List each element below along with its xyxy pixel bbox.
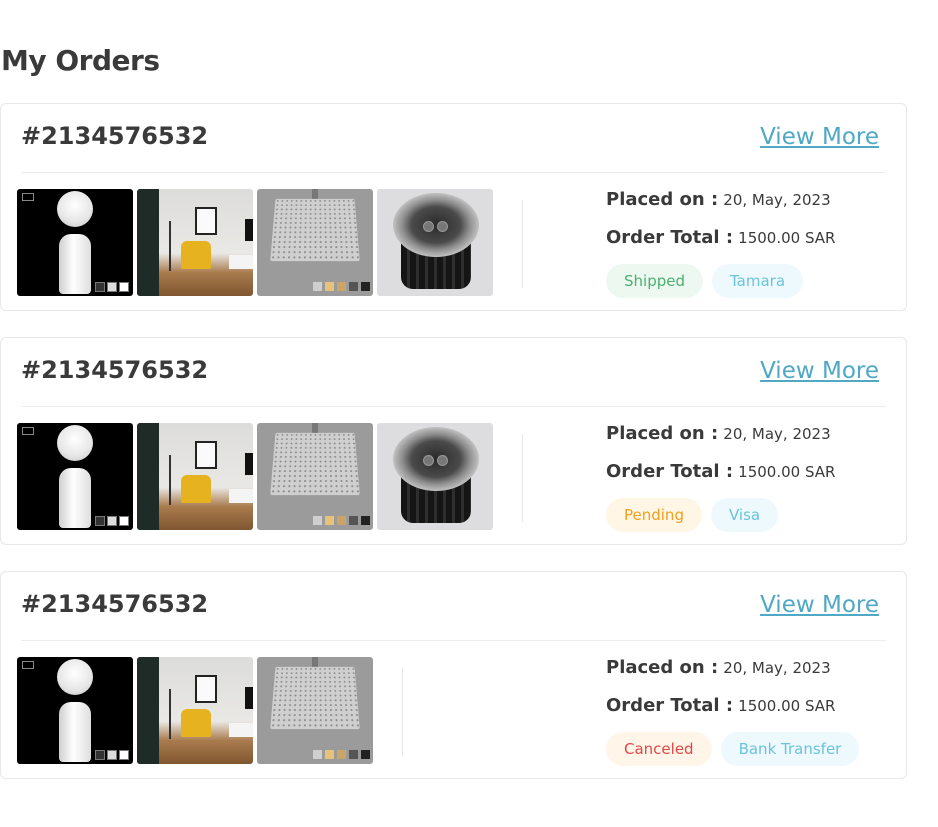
page-title: My Orders xyxy=(1,44,160,77)
card-divider xyxy=(21,172,886,173)
view-more-link[interactable]: View More xyxy=(760,358,879,384)
product-thumbnail[interactable] xyxy=(257,189,373,296)
order-card: #2134576532 View More Placed on : 20, May,… xyxy=(0,103,907,311)
order-total-row: Order Total : 1500.00 SAR xyxy=(606,692,859,730)
view-more-link[interactable]: View More xyxy=(760,592,879,618)
order-info: Placed on : 20, May, 2023 Order Total : 1… xyxy=(606,654,860,766)
order-total-label: Order Total : xyxy=(606,695,734,716)
order-card: #2134576532 View More Placed on : 20, May,… xyxy=(0,571,907,779)
order-id: #2134576532 xyxy=(21,122,209,150)
product-thumbnails xyxy=(17,189,493,296)
placed-on-row: Placed on : 20, May, 2023 xyxy=(606,420,835,458)
product-thumbnail[interactable] xyxy=(137,189,253,296)
order-total-label: Order Total : xyxy=(606,461,734,482)
order-badges: Pending Visa xyxy=(606,498,835,532)
status-badge: Shipped xyxy=(606,264,703,298)
status-badge: Canceled xyxy=(606,732,712,766)
placed-on-row: Placed on : 20, May, 2023 xyxy=(606,654,859,692)
placed-on-date: 20, May, 2023 xyxy=(723,425,831,443)
vertical-divider xyxy=(522,434,523,522)
vertical-divider xyxy=(402,668,403,756)
view-more-link[interactable]: View More xyxy=(760,124,879,150)
order-info: Placed on : 20, May, 2023 Order Total : 1… xyxy=(606,186,835,298)
placed-on-date: 20, May, 2023 xyxy=(723,191,831,209)
product-thumbnail[interactable] xyxy=(257,657,373,764)
placed-on-label: Placed on : xyxy=(606,423,719,444)
order-info: Placed on : 20, May, 2023 Order Total : 1… xyxy=(606,420,835,532)
payment-method-badge: Bank Transfer xyxy=(720,732,860,766)
placed-on-date: 20, May, 2023 xyxy=(723,659,831,677)
product-thumbnail[interactable] xyxy=(377,189,493,296)
payment-method-badge: Visa xyxy=(710,498,779,532)
order-total-row: Order Total : 1500.00 SAR xyxy=(606,224,835,262)
product-thumbnail[interactable] xyxy=(377,423,493,530)
product-thumbnail[interactable] xyxy=(17,189,133,296)
placed-on-row: Placed on : 20, May, 2023 xyxy=(606,186,835,224)
placed-on-label: Placed on : xyxy=(606,657,719,678)
order-total-value: 1500.00 SAR xyxy=(738,229,836,247)
placed-on-label: Placed on : xyxy=(606,189,719,210)
order-id: #2134576532 xyxy=(21,356,209,384)
order-badges: Canceled Bank Transfer xyxy=(606,732,860,766)
order-total-row: Order Total : 1500.00 SAR xyxy=(606,458,835,496)
order-total-value: 1500.00 SAR xyxy=(738,697,836,715)
product-thumbnails xyxy=(17,657,373,764)
status-badge: Pending xyxy=(606,498,702,532)
product-thumbnail[interactable] xyxy=(17,423,133,530)
product-thumbnails xyxy=(17,423,493,530)
order-total-value: 1500.00 SAR xyxy=(738,463,836,481)
order-card: #2134576532 View More Placed on : 20, May,… xyxy=(0,337,907,545)
product-thumbnail[interactable] xyxy=(17,657,133,764)
vertical-divider xyxy=(522,200,523,288)
product-thumbnail[interactable] xyxy=(257,423,373,530)
order-total-label: Order Total : xyxy=(606,227,734,248)
card-divider xyxy=(21,406,886,407)
payment-method-badge: Tamara xyxy=(712,264,804,298)
product-thumbnail[interactable] xyxy=(137,657,253,764)
order-id: #2134576532 xyxy=(21,590,209,618)
card-divider xyxy=(21,640,886,641)
order-badges: Shipped Tamara xyxy=(606,264,835,298)
product-thumbnail[interactable] xyxy=(137,423,253,530)
